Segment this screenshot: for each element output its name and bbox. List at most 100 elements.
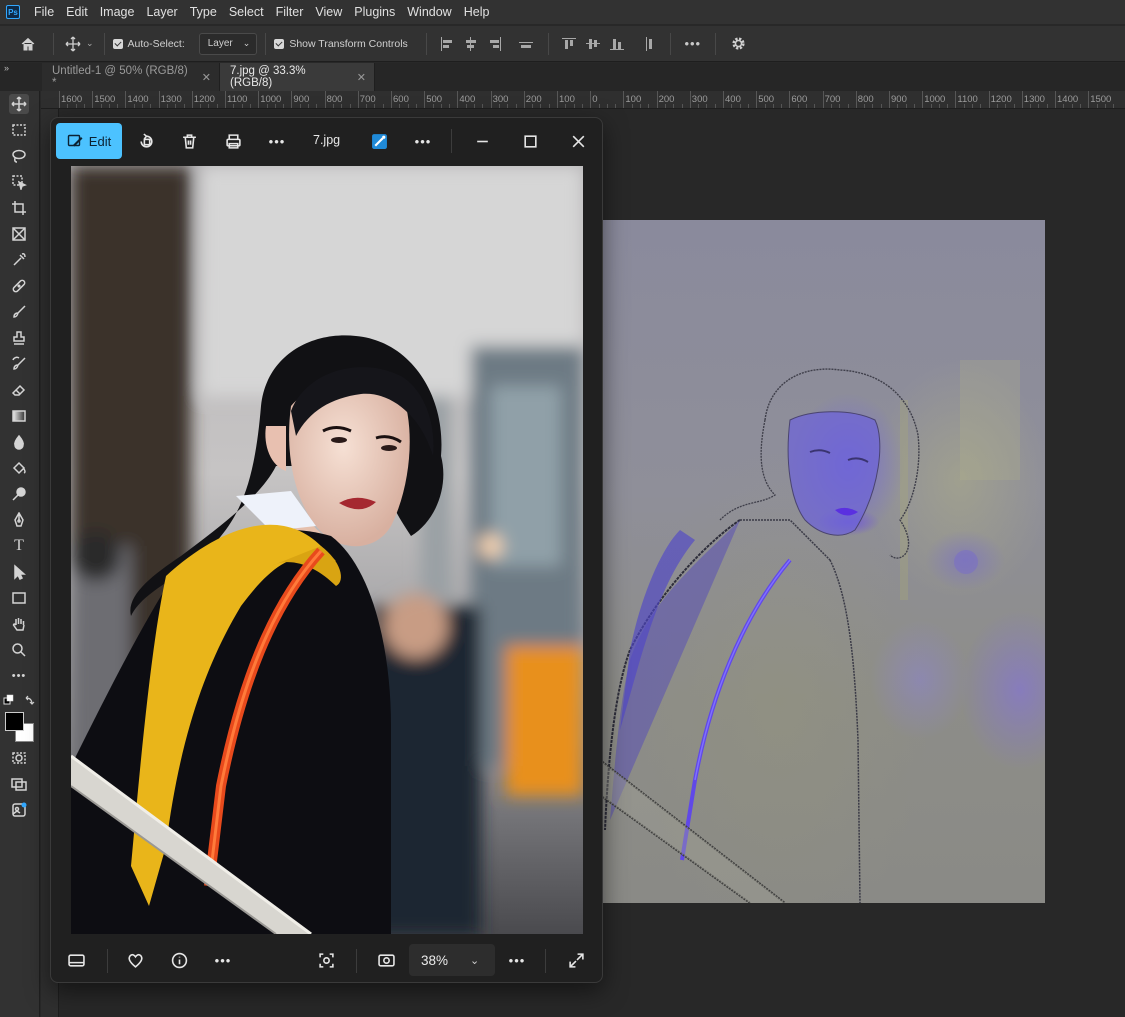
align-top-icon[interactable]: [561, 37, 576, 51]
ruler-minor-tick: [440, 104, 442, 108]
healing-brush-icon[interactable]: [9, 276, 29, 296]
eyedropper-icon[interactable]: [9, 250, 29, 270]
menu-select[interactable]: Select: [223, 0, 270, 24]
home-icon[interactable]: [17, 33, 39, 55]
auto-select-checkbox[interactable]: [112, 38, 123, 49]
menu-edit[interactable]: Edit: [60, 0, 94, 24]
chevron-down-icon[interactable]: ⌄: [86, 38, 94, 49]
ruler-minor-tick: [764, 104, 766, 108]
minimize-icon[interactable]: [467, 126, 497, 156]
menu-layer[interactable]: Layer: [140, 0, 183, 24]
menu-file[interactable]: File: [28, 0, 60, 24]
edit-button[interactable]: Edit: [56, 123, 122, 159]
ruler-minor-tick: [332, 104, 334, 108]
rectangle-shape-icon[interactable]: [9, 588, 29, 608]
ruler-minor-tick: [274, 104, 276, 108]
ruler-minor-tick: [75, 104, 77, 108]
align-bottom-icon[interactable]: [609, 37, 624, 51]
tab-untitled-1[interactable]: Untitled-1 @ 50% (RGB/8) * ✕: [42, 63, 220, 91]
brush-icon[interactable]: [9, 302, 29, 322]
move-tool-icon[interactable]: [9, 94, 29, 114]
tab-7-jpg[interactable]: 7.jpg @ 33.3% (RGB/8) ✕: [220, 63, 375, 91]
hand-icon[interactable]: [9, 614, 29, 634]
image-creator-icon[interactable]: [364, 126, 394, 156]
clone-stamp-icon[interactable]: [9, 328, 29, 348]
favorite-icon[interactable]: [120, 945, 150, 975]
menu-type[interactable]: Type: [184, 0, 223, 24]
close-icon[interactable]: ✕: [202, 71, 211, 84]
more-options-icon[interactable]: •••: [502, 945, 532, 975]
auto-select-target-select[interactable]: Layer ⌄: [198, 32, 258, 55]
move-tool-icon[interactable]: [62, 33, 84, 55]
ruler-label: 400: [725, 94, 741, 105]
menu-help[interactable]: Help: [458, 0, 496, 24]
eraser-icon[interactable]: [9, 380, 29, 400]
foreground-color-swatch[interactable]: [5, 712, 24, 731]
dodge-icon[interactable]: [9, 484, 29, 504]
more-options-icon[interactable]: •••: [679, 33, 707, 55]
lasso-icon[interactable]: [9, 146, 29, 166]
edit-button-label: Edit: [88, 133, 112, 149]
ruler-minor-tick: [1096, 104, 1098, 108]
ruler-minor-tick: [1079, 104, 1081, 108]
ruler-label: 600: [791, 94, 808, 105]
ruler-label: 200: [658, 94, 675, 105]
gear-icon[interactable]: [728, 33, 750, 55]
menu-window[interactable]: Window: [401, 0, 457, 24]
menu-plugins[interactable]: Plugins: [348, 0, 401, 24]
auto-select-toggle[interactable]: Auto-Select:: [112, 38, 185, 50]
collapse-panels-icon[interactable]: »: [4, 63, 9, 73]
ruler-minor-tick: [681, 104, 683, 108]
more-options-icon[interactable]: •••: [408, 126, 438, 156]
close-icon[interactable]: ✕: [357, 71, 366, 84]
fit-to-window-icon[interactable]: [371, 945, 401, 975]
show-transform-toggle[interactable]: Show Transform Controls: [274, 38, 408, 50]
screen-mode-icon[interactable]: [9, 774, 29, 794]
ruler-major-tick: [1088, 91, 1090, 108]
ruler-major-tick: [490, 91, 492, 108]
close-icon[interactable]: [563, 126, 593, 156]
info-icon[interactable]: [164, 945, 194, 975]
show-transform-checkbox[interactable]: [274, 38, 285, 49]
align-left-icon[interactable]: [440, 36, 454, 51]
distribute-vertical-icon[interactable]: [518, 37, 533, 51]
generative-icon[interactable]: [9, 800, 29, 820]
align-horizontal-center-icon[interactable]: [464, 36, 478, 51]
menu-filter[interactable]: Filter: [270, 0, 310, 24]
delete-icon[interactable]: [174, 126, 204, 156]
align-vertical-center-icon[interactable]: [585, 37, 600, 51]
blur-icon[interactable]: [9, 432, 29, 452]
ruler-minor-tick: [814, 104, 816, 108]
ruler-label: 100: [559, 94, 575, 105]
pen-icon[interactable]: [9, 510, 29, 530]
path-selection-icon[interactable]: [9, 562, 29, 582]
quick-mask-icon[interactable]: [9, 748, 29, 768]
rectangular-marquee-icon[interactable]: [9, 120, 29, 140]
gradient-icon[interactable]: [9, 406, 29, 426]
edit-toolbar-icon[interactable]: •••: [9, 666, 29, 686]
more-options-icon[interactable]: •••: [208, 945, 238, 975]
paint-bucket-icon[interactable]: [9, 458, 29, 478]
crop-icon[interactable]: [9, 198, 29, 218]
zoom-icon[interactable]: [9, 640, 29, 660]
swap-default-colors-icon[interactable]: [3, 692, 37, 712]
full-screen-icon[interactable]: [561, 945, 591, 975]
history-brush-icon[interactable]: [9, 354, 29, 374]
more-options-icon[interactable]: •••: [262, 126, 292, 156]
object-selection-icon[interactable]: [9, 172, 29, 192]
distribute-horizontal-icon[interactable]: [641, 36, 655, 51]
zoom-level-select[interactable]: 38% ⌄: [409, 944, 495, 976]
ruler-minor-tick: [299, 104, 301, 108]
type-tool-icon[interactable]: T: [9, 536, 29, 556]
filmstrip-icon[interactable]: [61, 945, 91, 975]
rotate-icon[interactable]: [131, 126, 161, 156]
print-icon[interactable]: [218, 126, 248, 156]
menu-image[interactable]: Image: [94, 0, 141, 24]
menu-view[interactable]: View: [309, 0, 348, 24]
maximize-icon[interactable]: [515, 126, 545, 156]
frame-icon[interactable]: [9, 224, 29, 244]
align-right-icon[interactable]: [488, 36, 502, 51]
document-image-filtered: [600, 220, 1045, 903]
visual-search-icon[interactable]: [311, 945, 341, 975]
document-tab-bar: » Untitled-1 @ 50% (RGB/8) * ✕ 7.jpg @ 3…: [0, 63, 1125, 91]
